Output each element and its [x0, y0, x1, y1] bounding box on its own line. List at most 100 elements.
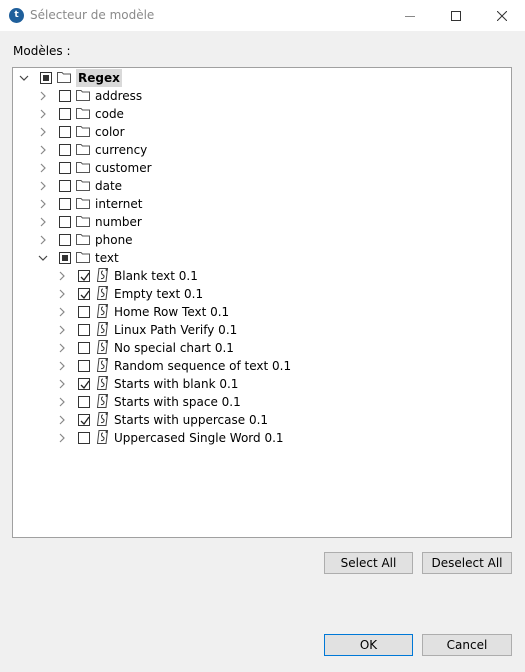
checkbox[interactable]: [78, 378, 90, 390]
tree-item-label: Starts with uppercase 0.1: [114, 413, 269, 427]
select-all-button[interactable]: Select All: [324, 552, 413, 574]
checkbox[interactable]: [59, 216, 71, 228]
regex-pattern-icon: [94, 411, 110, 430]
chevron-right-icon[interactable]: [38, 217, 48, 227]
tree-item-pattern[interactable]: Blank text 0.1: [57, 267, 198, 285]
tree-item-pattern[interactable]: Starts with blank 0.1: [57, 375, 238, 393]
chevron-right-icon[interactable]: [57, 325, 67, 335]
regex-pattern-icon: [94, 285, 110, 304]
regex-pattern-icon: [94, 357, 110, 376]
checkbox[interactable]: [59, 90, 71, 102]
checkbox[interactable]: [78, 324, 90, 336]
checkbox[interactable]: [78, 306, 90, 318]
folder-icon: [75, 160, 91, 177]
checkbox[interactable]: [78, 342, 90, 354]
tree-item-pattern[interactable]: Linux Path Verify 0.1: [57, 321, 237, 339]
checkbox[interactable]: [78, 360, 90, 372]
tree-item-label: customer: [95, 161, 152, 175]
folder-icon: [75, 214, 91, 231]
chevron-right-icon[interactable]: [38, 163, 48, 173]
folder-icon: [75, 250, 91, 267]
checkbox[interactable]: [59, 180, 71, 192]
chevron-right-icon[interactable]: [38, 181, 48, 191]
tree-item-label: text: [95, 251, 119, 265]
checkbox[interactable]: [59, 108, 71, 120]
chevron-right-icon[interactable]: [38, 91, 48, 101]
tree-item-pattern[interactable]: Random sequence of text 0.1: [57, 357, 291, 375]
tree-item-label: number: [95, 215, 142, 229]
chevron-right-icon[interactable]: [57, 379, 67, 389]
tree-item-folder[interactable]: color: [38, 123, 125, 141]
chevron-down-icon[interactable]: [19, 73, 29, 83]
tree-item-pattern[interactable]: No special chart 0.1: [57, 339, 234, 357]
tree-item-label: code: [95, 107, 124, 121]
tree-item-label: internet: [95, 197, 143, 211]
checkbox[interactable]: [59, 252, 71, 264]
chevron-right-icon[interactable]: [38, 109, 48, 119]
model-tree[interactable]: Regex address code color currency customer dat…: [12, 67, 512, 538]
chevron-right-icon[interactable]: [57, 361, 67, 371]
tree-item-label: Linux Path Verify 0.1: [114, 323, 238, 337]
cancel-button[interactable]: Cancel: [422, 634, 512, 656]
chevron-right-icon[interactable]: [57, 307, 67, 317]
tree-item-folder[interactable]: number: [38, 213, 142, 231]
chevron-right-icon[interactable]: [57, 415, 67, 425]
tree-item-folder[interactable]: code: [38, 105, 124, 123]
checkbox[interactable]: [78, 270, 90, 282]
folder-icon: [75, 88, 91, 105]
tree-item-pattern[interactable]: Home Row Text 0.1: [57, 303, 229, 321]
chevron-right-icon[interactable]: [38, 145, 48, 155]
chevron-right-icon[interactable]: [38, 127, 48, 137]
tree-item-regex[interactable]: Regex: [19, 69, 122, 87]
regex-pattern-icon: [94, 339, 110, 358]
ok-button[interactable]: OK: [324, 634, 413, 656]
tree-item-label: Starts with space 0.1: [114, 395, 241, 409]
tree-item-folder[interactable]: date: [38, 177, 122, 195]
folder-icon: [75, 106, 91, 123]
tree-item-pattern[interactable]: Uppercased Single Word 0.1: [57, 429, 284, 447]
chevron-right-icon[interactable]: [57, 433, 67, 443]
checkbox[interactable]: [59, 234, 71, 246]
chevron-right-icon[interactable]: [38, 199, 48, 209]
tree-item-folder[interactable]: phone: [38, 231, 133, 249]
tree-item-pattern[interactable]: Starts with uppercase 0.1: [57, 411, 268, 429]
tree-item-label: Starts with blank 0.1: [114, 377, 239, 391]
deselect-all-button[interactable]: Deselect All: [422, 552, 512, 574]
tree-item-pattern[interactable]: Starts with space 0.1: [57, 393, 241, 411]
tree-item-folder[interactable]: text: [38, 249, 119, 267]
chevron-right-icon[interactable]: [57, 289, 67, 299]
chevron-right-icon[interactable]: [57, 397, 67, 407]
close-button[interactable]: [479, 0, 525, 31]
chevron-right-icon[interactable]: [57, 271, 67, 281]
chevron-right-icon[interactable]: [38, 235, 48, 245]
regex-pattern-icon: [94, 267, 110, 286]
tree-item-label: Home Row Text 0.1: [114, 305, 230, 319]
tree-item-folder[interactable]: currency: [38, 141, 147, 159]
app-icon: t: [9, 8, 24, 23]
tree-item-pattern[interactable]: Empty text 0.1: [57, 285, 203, 303]
checkbox[interactable]: [78, 396, 90, 408]
tree-item-label: phone: [95, 233, 133, 247]
checkbox[interactable]: [78, 288, 90, 300]
tree-item-label: Empty text 0.1: [114, 287, 204, 301]
folder-icon: [75, 142, 91, 159]
checkbox[interactable]: [59, 198, 71, 210]
tree-item-folder[interactable]: internet: [38, 195, 142, 213]
folder-icon: [56, 70, 72, 87]
tree-item-folder[interactable]: address: [38, 87, 142, 105]
checkbox[interactable]: [59, 144, 71, 156]
folder-icon: [75, 178, 91, 195]
tree-item-label: date: [95, 179, 123, 193]
maximize-button[interactable]: [433, 0, 479, 31]
checkbox[interactable]: [59, 126, 71, 138]
checkbox[interactable]: [78, 432, 90, 444]
checkbox[interactable]: [59, 162, 71, 174]
checkbox[interactable]: [78, 414, 90, 426]
checkbox[interactable]: [40, 72, 52, 84]
tree-item-label: Regex: [76, 69, 122, 87]
models-label: Modèles :: [13, 44, 71, 58]
chevron-right-icon[interactable]: [57, 343, 67, 353]
minimize-button[interactable]: [387, 0, 433, 31]
tree-item-folder[interactable]: customer: [38, 159, 152, 177]
chevron-down-icon[interactable]: [38, 253, 48, 263]
